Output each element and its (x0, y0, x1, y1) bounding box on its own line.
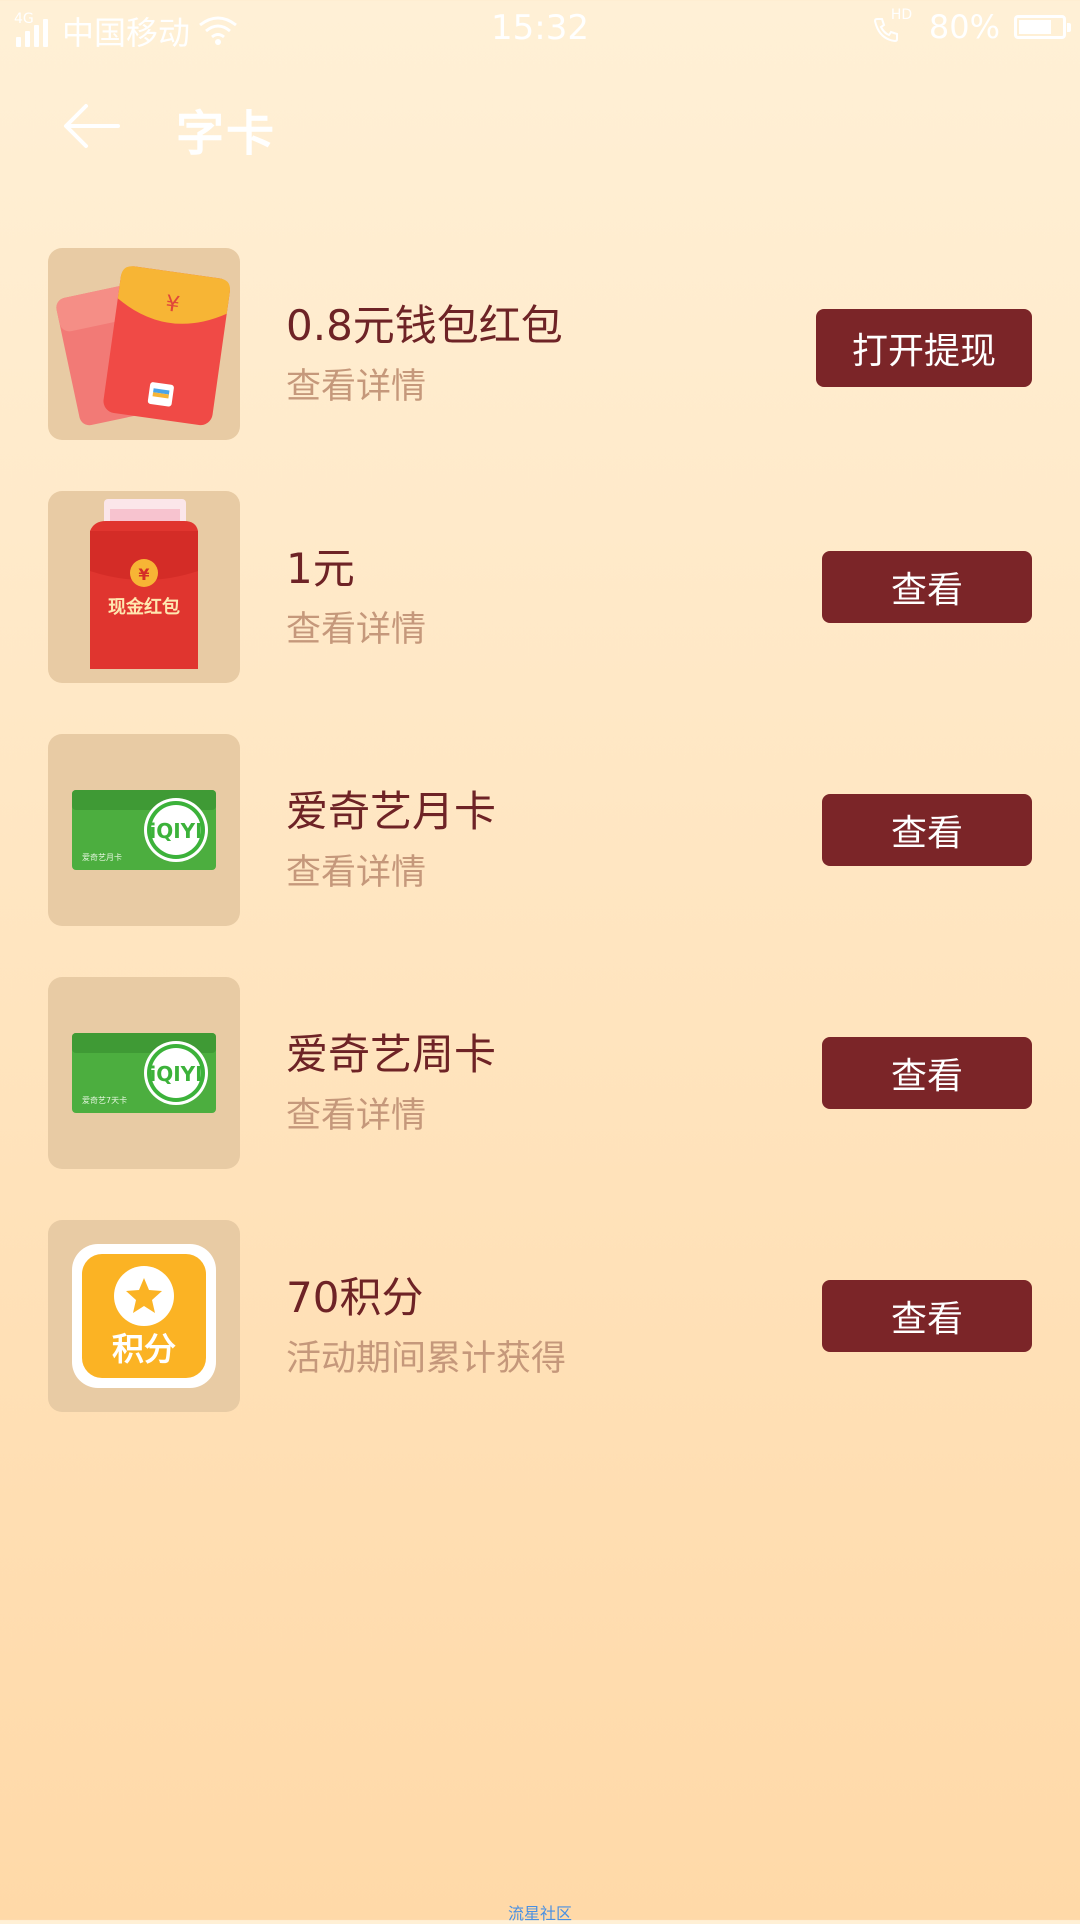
battery-fill (1019, 20, 1051, 34)
cash-red-envelope-icon: 1元 ¥ 现金红包 (48, 491, 240, 683)
watermark: 流星社区 (507, 1904, 572, 1923)
battery-percent: 80% (928, 8, 1000, 46)
status-bar: 4G 中国移动 15:32 HD 80% (0, 0, 1080, 56)
title-bar: 字卡 (0, 80, 1080, 170)
iqiyi-card-icon: iQIYI 爱奇艺月卡 (48, 734, 240, 926)
hd-tag: HD (890, 7, 913, 23)
page-title: 字卡 (176, 106, 277, 162)
item-detail-link[interactable]: 查看详情 (286, 844, 426, 895)
list-item: iQIYI 爱奇艺月卡 爱奇艺月卡 查看详情 查看 (0, 734, 1080, 977)
list-item: 1元 ¥ 现金红包 1元 查看详情 查看 (0, 491, 1080, 734)
withdraw-button[interactable]: 打开提现 (816, 309, 1032, 387)
view-button[interactable]: 查看 (822, 794, 1032, 866)
iqiyi-logo: iQIYI (149, 1062, 202, 1086)
iqiyi-logo: iQIYI (149, 819, 202, 843)
view-button[interactable]: 查看 (822, 1280, 1032, 1352)
reward-list: ¥ 0.8元钱包红包 查看详情 打开提现 1元 ¥ 现金红包 (0, 248, 1080, 1463)
envelope-label: 现金红包 (108, 596, 180, 618)
list-item: 积分 70积分 活动期间累计获得 查看 (0, 1220, 1080, 1463)
battery-icon (1014, 15, 1071, 39)
item-title: 0.8元钱包红包 (286, 301, 563, 350)
item-title: 1元 (286, 544, 355, 593)
view-button[interactable]: 查看 (822, 1037, 1032, 1109)
list-item: iQIYI 爱奇艺7天卡 爱奇艺周卡 查看详情 查看 (0, 977, 1080, 1220)
iqiyi-card-icon: iQIYI 爱奇艺7天卡 (48, 977, 240, 1169)
hd-call-icon: HD (871, 7, 915, 45)
item-detail-link[interactable]: 查看详情 (286, 601, 426, 652)
card-label: 爱奇艺月卡 (82, 852, 122, 862)
points-icon: 积分 (48, 1220, 240, 1412)
item-detail-link[interactable]: 查看详情 (286, 1087, 426, 1138)
points-label: 积分 (112, 1330, 176, 1368)
status-right: HD 80% (871, 7, 1071, 46)
view-button[interactable]: 查看 (822, 551, 1032, 623)
card-label: 爱奇艺7天卡 (82, 1095, 127, 1105)
item-title: 爱奇艺周卡 (286, 1030, 497, 1079)
item-detail-link[interactable]: 查看详情 (286, 358, 426, 409)
svg-text:¥: ¥ (138, 565, 149, 584)
back-arrow-icon[interactable] (60, 94, 124, 158)
item-description: 活动期间累计获得 (286, 1339, 567, 1379)
item-title: 70积分 (286, 1273, 424, 1322)
item-title: 爱奇艺月卡 (286, 787, 497, 836)
wallet-red-envelope-icon: ¥ (48, 248, 240, 440)
list-item: ¥ 0.8元钱包红包 查看详情 打开提现 (0, 248, 1080, 491)
